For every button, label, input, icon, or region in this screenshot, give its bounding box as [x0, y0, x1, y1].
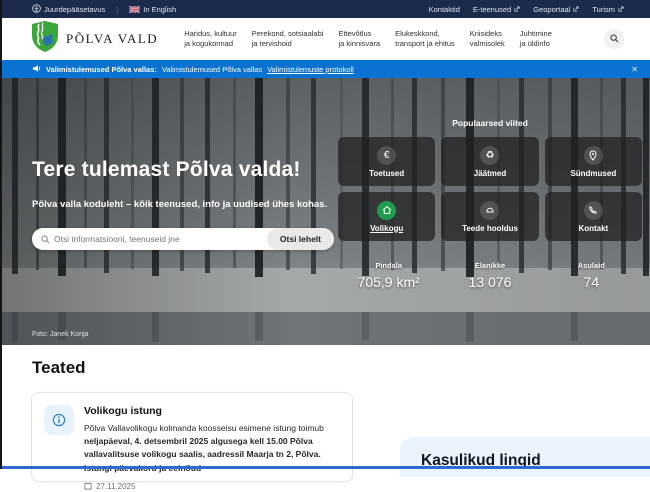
calendar-icon: [84, 482, 92, 492]
nav-label: ja kogukonnad: [184, 39, 237, 50]
nav-label: ja üldinfo: [520, 39, 552, 50]
hero-section: Tere tulemast Põlva valda! Põlva valla k…: [0, 78, 650, 345]
nav-label: Haridus, kultuur: [184, 29, 237, 40]
external-link-icon: [514, 5, 520, 14]
stat-value: 74: [541, 274, 642, 290]
nav-label: ja tervishoid: [252, 39, 324, 50]
megaphone-icon: [32, 64, 41, 75]
nav-label: Kriisideks: [470, 29, 505, 40]
tile-sundmused[interactable]: Sündmused: [545, 137, 642, 186]
nav-label: Juhtimine: [520, 29, 552, 40]
search-icon: [32, 235, 50, 244]
topbar-divider: |: [116, 5, 118, 14]
site-name: PÕLVA VALD: [66, 31, 158, 47]
hero-subtitle: Põlva valla koduleht – kõik teenused, in…: [32, 199, 334, 210]
site-logo[interactable]: PÕLVA VALD: [32, 21, 158, 57]
popular-links-grid: € Toetused ♻ Jäätmed Sündmused Volikogu: [338, 137, 642, 241]
tile-label: Jäätmed: [474, 169, 506, 178]
phone-icon: [584, 201, 603, 220]
stat-label: Elanikke: [439, 261, 540, 270]
map-pin-icon: [584, 146, 603, 165]
nav-label: Perekond, sotsiaalabi: [252, 29, 324, 40]
top-utility-bar: Juurdepääsetavus | In English Kontaktid …: [0, 0, 650, 18]
search-icon: [610, 30, 619, 48]
site-search-bar: Otsi lehelt: [32, 228, 334, 250]
topbar-link-contacts[interactable]: Kontaktid: [429, 5, 460, 14]
tile-label: Kontakt: [578, 224, 608, 233]
municipality-stats: Pindala 705,9 km² Elanikke 13 076 Asulai…: [338, 261, 642, 290]
alert-banner: Valimistulemused Põlva vallas: Valimistu…: [0, 60, 650, 78]
useful-links-panel: Kasulikud lingid: [400, 437, 650, 477]
stat-elanikke: Elanikke 13 076: [439, 261, 540, 290]
coat-of-arms-icon: [32, 21, 58, 57]
stat-asulaid: Asulaid 74: [541, 261, 642, 290]
home-icon: [377, 201, 396, 220]
external-link-icon: [573, 5, 579, 14]
tile-volikogu[interactable]: Volikogu: [338, 192, 435, 241]
search-input[interactable]: [50, 234, 267, 244]
tile-label: Teede hooldus: [462, 224, 518, 233]
main-content: Teated Volikogu istung Põlva Vallavoliko…: [0, 345, 650, 469]
recycle-icon: ♻: [480, 146, 499, 165]
banner-protocol-link[interactable]: Valimistulemuste protokoll: [267, 65, 354, 74]
window-edge: [0, 0, 2, 469]
banner-bold-text: Valimistulemused Põlva vallas:: [46, 65, 157, 74]
tile-teede-hooldus[interactable]: Teede hooldus: [441, 192, 538, 241]
euro-icon: €: [377, 146, 396, 165]
tile-label: Sündmused: [570, 169, 616, 178]
topbar-link-eservices[interactable]: E-teenused: [473, 5, 520, 14]
nav-kriisideks[interactable]: Kriisideks valmisolek: [470, 29, 505, 50]
stat-label: Pindala: [338, 261, 439, 270]
stat-value: 705,9 km²: [338, 274, 439, 290]
helmet-icon: [480, 201, 499, 220]
stat-value: 13 076: [439, 274, 540, 290]
nav-juhtimine[interactable]: Juhtimine ja üldinfo: [520, 29, 552, 50]
contacts-label: Kontaktid: [429, 5, 460, 14]
eservices-label: E-teenused: [473, 5, 511, 14]
tile-label: Toetused: [369, 169, 404, 178]
accessibility-icon: [32, 4, 41, 15]
banner-plain-text: Valimistulemused Põlva vallas: [162, 65, 262, 74]
nav-ettevotlus[interactable]: Ettevõtlus ja kinnisvara: [338, 29, 380, 50]
nav-label: Ettevõtlus: [338, 29, 380, 40]
nav-label: valmisolek: [470, 39, 505, 50]
banner-close-icon[interactable]: ✕: [631, 65, 638, 74]
notice-title: Volikogu istung: [84, 405, 340, 417]
uk-flag-icon: [129, 6, 140, 13]
nav-label: transport ja ehitus: [395, 39, 455, 50]
notice-date: 27.11.2025: [96, 482, 135, 491]
popular-links-title: Populaarsed viited: [338, 118, 642, 128]
search-submit-button[interactable]: Otsi lehelt: [267, 228, 334, 250]
tile-toetused[interactable]: € Toetused: [338, 137, 435, 186]
notice-text: Põlva Vallavolikogu kolmanda koosseisu e…: [84, 423, 324, 433]
stat-pindala: Pindala 705,9 km²: [338, 261, 439, 290]
geoportal-label: Geoportaal: [533, 5, 570, 14]
site-header: PÕLVA VALD Haridus, kultuur ja kogukonna…: [0, 18, 650, 60]
accessibility-link[interactable]: Juurdepääsetavus: [32, 4, 105, 15]
topbar-link-geoportal[interactable]: Geoportaal: [533, 5, 579, 14]
photo-credit: Foto: Janek Konja: [32, 331, 88, 338]
main-nav: Haridus, kultuur ja kogukonnad Perekond,…: [184, 29, 552, 50]
tile-jaatmed[interactable]: ♻ Jäätmed: [441, 137, 538, 186]
tile-label: Volikogu: [370, 224, 403, 233]
stat-label: Asulaid: [541, 261, 642, 270]
external-link-icon: [618, 5, 624, 14]
nav-elukeskkond[interactable]: Elukeskkond, transport ja ehitus: [395, 29, 455, 50]
header-search-button[interactable]: [604, 29, 624, 49]
nav-haridus[interactable]: Haridus, kultuur ja kogukonnad: [184, 29, 237, 50]
notices-section-title: Teated: [32, 358, 86, 378]
topbar-link-tourism[interactable]: Turism: [592, 5, 624, 14]
language-label: In English: [143, 5, 176, 14]
nav-label: ja kinnisvara: [338, 39, 380, 50]
notice-date-row: 27.11.2025: [84, 482, 340, 492]
tourism-label: Turism: [592, 5, 615, 14]
nav-label: Elukeskkond,: [395, 29, 455, 40]
info-icon: [44, 405, 74, 435]
accessibility-label: Juurdepääsetavus: [44, 5, 105, 14]
nav-perekond[interactable]: Perekond, sotsiaalabi ja tervishoid: [252, 29, 324, 50]
page-title: Tere tulemast Põlva valda!: [32, 158, 334, 182]
language-switch[interactable]: In English: [129, 5, 176, 14]
tile-kontakt[interactable]: Kontakt: [545, 192, 642, 241]
